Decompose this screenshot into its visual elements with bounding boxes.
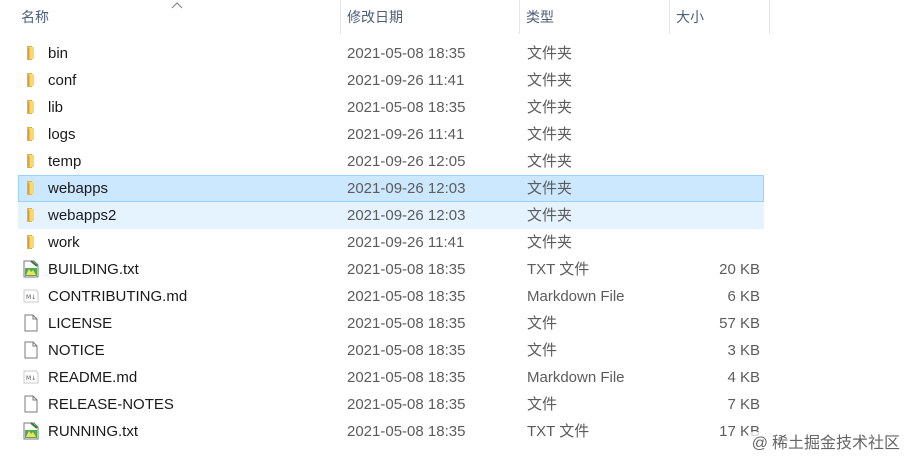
column-header-type[interactable]: 类型 (519, 0, 669, 34)
file-type: 文件夹 (527, 45, 573, 62)
file-name[interactable]: BUILDING.txt (48, 256, 139, 283)
folder-icon (22, 125, 40, 143)
file-name[interactable]: lib (48, 94, 63, 121)
file-size: 57 KB (719, 315, 760, 332)
markdown-file-icon: M↓ (22, 368, 40, 386)
file-type: 文件夹 (527, 72, 573, 89)
file-modified-date: 2021-09-26 12:03 (347, 180, 466, 197)
file-row[interactable]: conf 2021-09-26 11:41 文件夹 (18, 67, 764, 94)
file-modified-date: 2021-05-08 18:35 (347, 288, 466, 305)
file-type: 文件夹 (527, 180, 573, 197)
watermark: @ 稀土掘金技术社区 (747, 432, 900, 456)
folder-icon (22, 44, 40, 62)
file-row[interactable]: bin 2021-05-08 18:35 文件夹 (18, 40, 764, 67)
file-modified-date: 2021-05-08 18:35 (347, 99, 466, 116)
file-size: 3 KB (727, 342, 760, 359)
file-name[interactable]: conf (48, 67, 76, 94)
folder-icon (22, 71, 40, 89)
file-modified-date: 2021-05-08 18:35 (347, 342, 466, 359)
file-row[interactable]: M↓ README.md 2021-05-08 18:35 Markdown File… (18, 364, 764, 391)
svg-text:M↓: M↓ (26, 375, 36, 382)
file-row[interactable]: work 2021-09-26 11:41 文件夹 (18, 229, 764, 256)
file-modified-date: 2021-09-26 12:05 (347, 153, 466, 170)
file-type: 文件 (527, 315, 558, 332)
file-type: 文件夹 (527, 99, 573, 116)
file-type: 文件夹 (527, 126, 573, 143)
folder-icon (22, 98, 40, 116)
file-name[interactable]: CONTRIBUTING.md (48, 283, 187, 310)
folder-icon (22, 152, 40, 170)
file-name[interactable]: bin (48, 40, 68, 67)
folder-icon (22, 206, 40, 224)
file-name[interactable]: NOTICE (48, 337, 105, 364)
folder-icon (22, 233, 40, 251)
file-name[interactable]: logs (48, 121, 76, 148)
file-name[interactable]: RUNNING.txt (48, 418, 138, 445)
file-row[interactable]: M↓ CONTRIBUTING.md 2021-05-08 18:35 Markdow… (18, 283, 764, 310)
file-modified-date: 2021-05-08 18:35 (347, 45, 466, 62)
blank-file-icon (22, 314, 40, 332)
file-modified-date: 2021-09-26 11:41 (347, 126, 465, 143)
watermark-at: @ (751, 435, 768, 452)
file-row[interactable]: temp 2021-09-26 12:05 文件夹 (18, 148, 764, 175)
file-type: Markdown File (527, 288, 625, 305)
file-modified-date: 2021-09-26 11:41 (347, 72, 465, 89)
file-row[interactable]: webapps2 2021-09-26 12:03 文件夹 (18, 202, 764, 229)
file-type: 文件夹 (527, 207, 573, 224)
file-name[interactable]: README.md (48, 364, 137, 391)
file-modified-date: 2021-05-08 18:35 (347, 423, 466, 440)
text-file-icon (22, 260, 40, 278)
file-name[interactable]: webapps2 (48, 202, 116, 229)
chevron-up-icon (171, 2, 183, 9)
file-size: 20 KB (719, 261, 760, 278)
file-type: TXT 文件 (527, 261, 590, 278)
file-modified-date: 2021-05-08 18:35 (347, 369, 466, 386)
text-file-icon (22, 422, 40, 440)
file-type: TXT 文件 (527, 423, 590, 440)
file-name[interactable]: LICENSE (48, 310, 112, 337)
file-name[interactable]: webapps (48, 175, 108, 202)
file-modified-date: 2021-09-26 12:03 (347, 207, 466, 224)
file-name[interactable]: work (48, 229, 80, 256)
file-row[interactable]: logs 2021-09-26 11:41 文件夹 (18, 121, 764, 148)
column-header-modified[interactable]: 修改日期 (340, 0, 519, 34)
file-type: 文件夹 (527, 153, 573, 170)
file-type: 文件 (527, 396, 558, 413)
blank-file-icon (22, 395, 40, 413)
column-header-size[interactable]: 大小 (669, 0, 769, 34)
file-name[interactable]: temp (48, 148, 81, 175)
file-name[interactable]: RELEASE-NOTES (48, 391, 174, 418)
file-size: 6 KB (727, 288, 760, 305)
file-modified-date: 2021-05-08 18:35 (347, 315, 466, 332)
markdown-file-icon: M↓ (22, 287, 40, 305)
svg-text:M↓: M↓ (26, 294, 36, 301)
file-row[interactable]: NOTICE 2021-05-08 18:35 文件 3 KB (18, 337, 764, 364)
file-type: 文件 (527, 342, 558, 359)
file-modified-date: 2021-09-26 11:41 (347, 234, 465, 251)
column-divider[interactable] (769, 0, 770, 34)
folder-icon (22, 179, 40, 197)
blank-file-icon (22, 341, 40, 359)
file-row[interactable]: RUNNING.txt 2021-05-08 18:35 TXT 文件 17 KB (18, 418, 764, 445)
file-row[interactable]: lib 2021-05-08 18:35 文件夹 (18, 94, 764, 121)
file-row[interactable]: LICENSE 2021-05-08 18:35 文件 57 KB (18, 310, 764, 337)
file-type: Markdown File (527, 369, 625, 386)
file-row[interactable]: BUILDING.txt 2021-05-08 18:35 TXT 文件 20 KB (18, 256, 764, 283)
file-row[interactable]: webapps 2021-09-26 12:03 文件夹 (18, 175, 764, 202)
watermark-text: 稀土掘金技术社区 (771, 435, 900, 452)
file-type: 文件夹 (527, 234, 573, 251)
column-header-bar: 名称 修改日期 类型 大小 (0, 0, 770, 34)
file-size: 7 KB (727, 396, 760, 413)
file-row[interactable]: RELEASE-NOTES 2021-05-08 18:35 文件 7 KB (18, 391, 764, 418)
file-size: 4 KB (727, 369, 760, 386)
file-modified-date: 2021-05-08 18:35 (347, 396, 466, 413)
file-modified-date: 2021-05-08 18:35 (347, 261, 466, 278)
